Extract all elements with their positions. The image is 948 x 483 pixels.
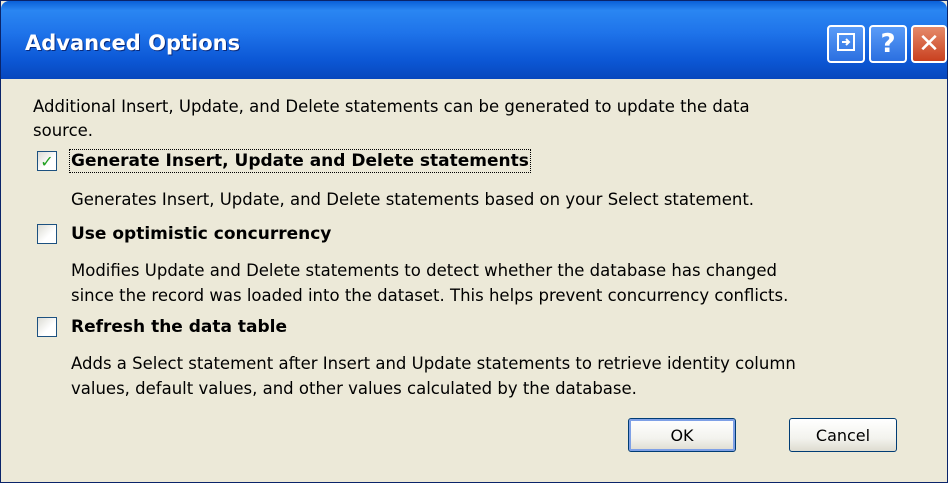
checkmark-icon: ✓ [40, 151, 54, 171]
context-help-icon [836, 32, 856, 57]
optimistic-concurrency-label[interactable]: Use optimistic concurrency [71, 224, 331, 244]
context-help-button[interactable] [827, 25, 865, 63]
generate-statements-label[interactable]: Generate Insert, Update and Delete state… [69, 149, 531, 173]
optimistic-concurrency-description-line-2: since the record was loaded into the dat… [71, 286, 789, 305]
option-optimistic-concurrency[interactable]: Use optimistic concurrency [37, 224, 331, 244]
ok-button[interactable]: OK [628, 418, 736, 452]
dialog-title: Advanced Options [25, 31, 241, 55]
help-button[interactable]: ? [869, 25, 907, 63]
intro-text-line-1: Additional Insert, Update, and Delete st… [33, 97, 750, 116]
close-icon: ✕ [918, 29, 940, 59]
refresh-data-table-description-line-2: values, default values, and other values… [71, 379, 637, 398]
dialog-body: Additional Insert, Update, and Delete st… [5, 79, 943, 479]
close-button[interactable]: ✕ [911, 25, 947, 63]
optimistic-concurrency-description-line-1: Modifies Update and Delete statements to… [71, 261, 778, 280]
option-refresh-data-table[interactable]: Refresh the data table [37, 317, 287, 337]
generate-statements-description: Generates Insert, Update, and Delete sta… [71, 190, 755, 209]
generate-statements-checkbox[interactable]: ✓ [37, 151, 57, 171]
cancel-button[interactable]: Cancel [789, 418, 897, 452]
refresh-data-table-description-line-1: Adds a Select statement after Insert and… [71, 354, 796, 373]
option-generate-statements[interactable]: ✓ Generate Insert, Update and Delete sta… [37, 149, 531, 173]
optimistic-concurrency-checkbox[interactable] [37, 224, 57, 244]
question-mark-icon: ? [880, 29, 896, 59]
title-bar[interactable]: Advanced Options ? ✕ [1, 1, 947, 79]
refresh-data-table-label[interactable]: Refresh the data table [71, 317, 287, 337]
refresh-data-table-checkbox[interactable] [37, 317, 57, 337]
advanced-options-dialog: Advanced Options ? ✕ Additional Insert, … [0, 0, 948, 483]
intro-text-line-2: source. [33, 121, 94, 140]
